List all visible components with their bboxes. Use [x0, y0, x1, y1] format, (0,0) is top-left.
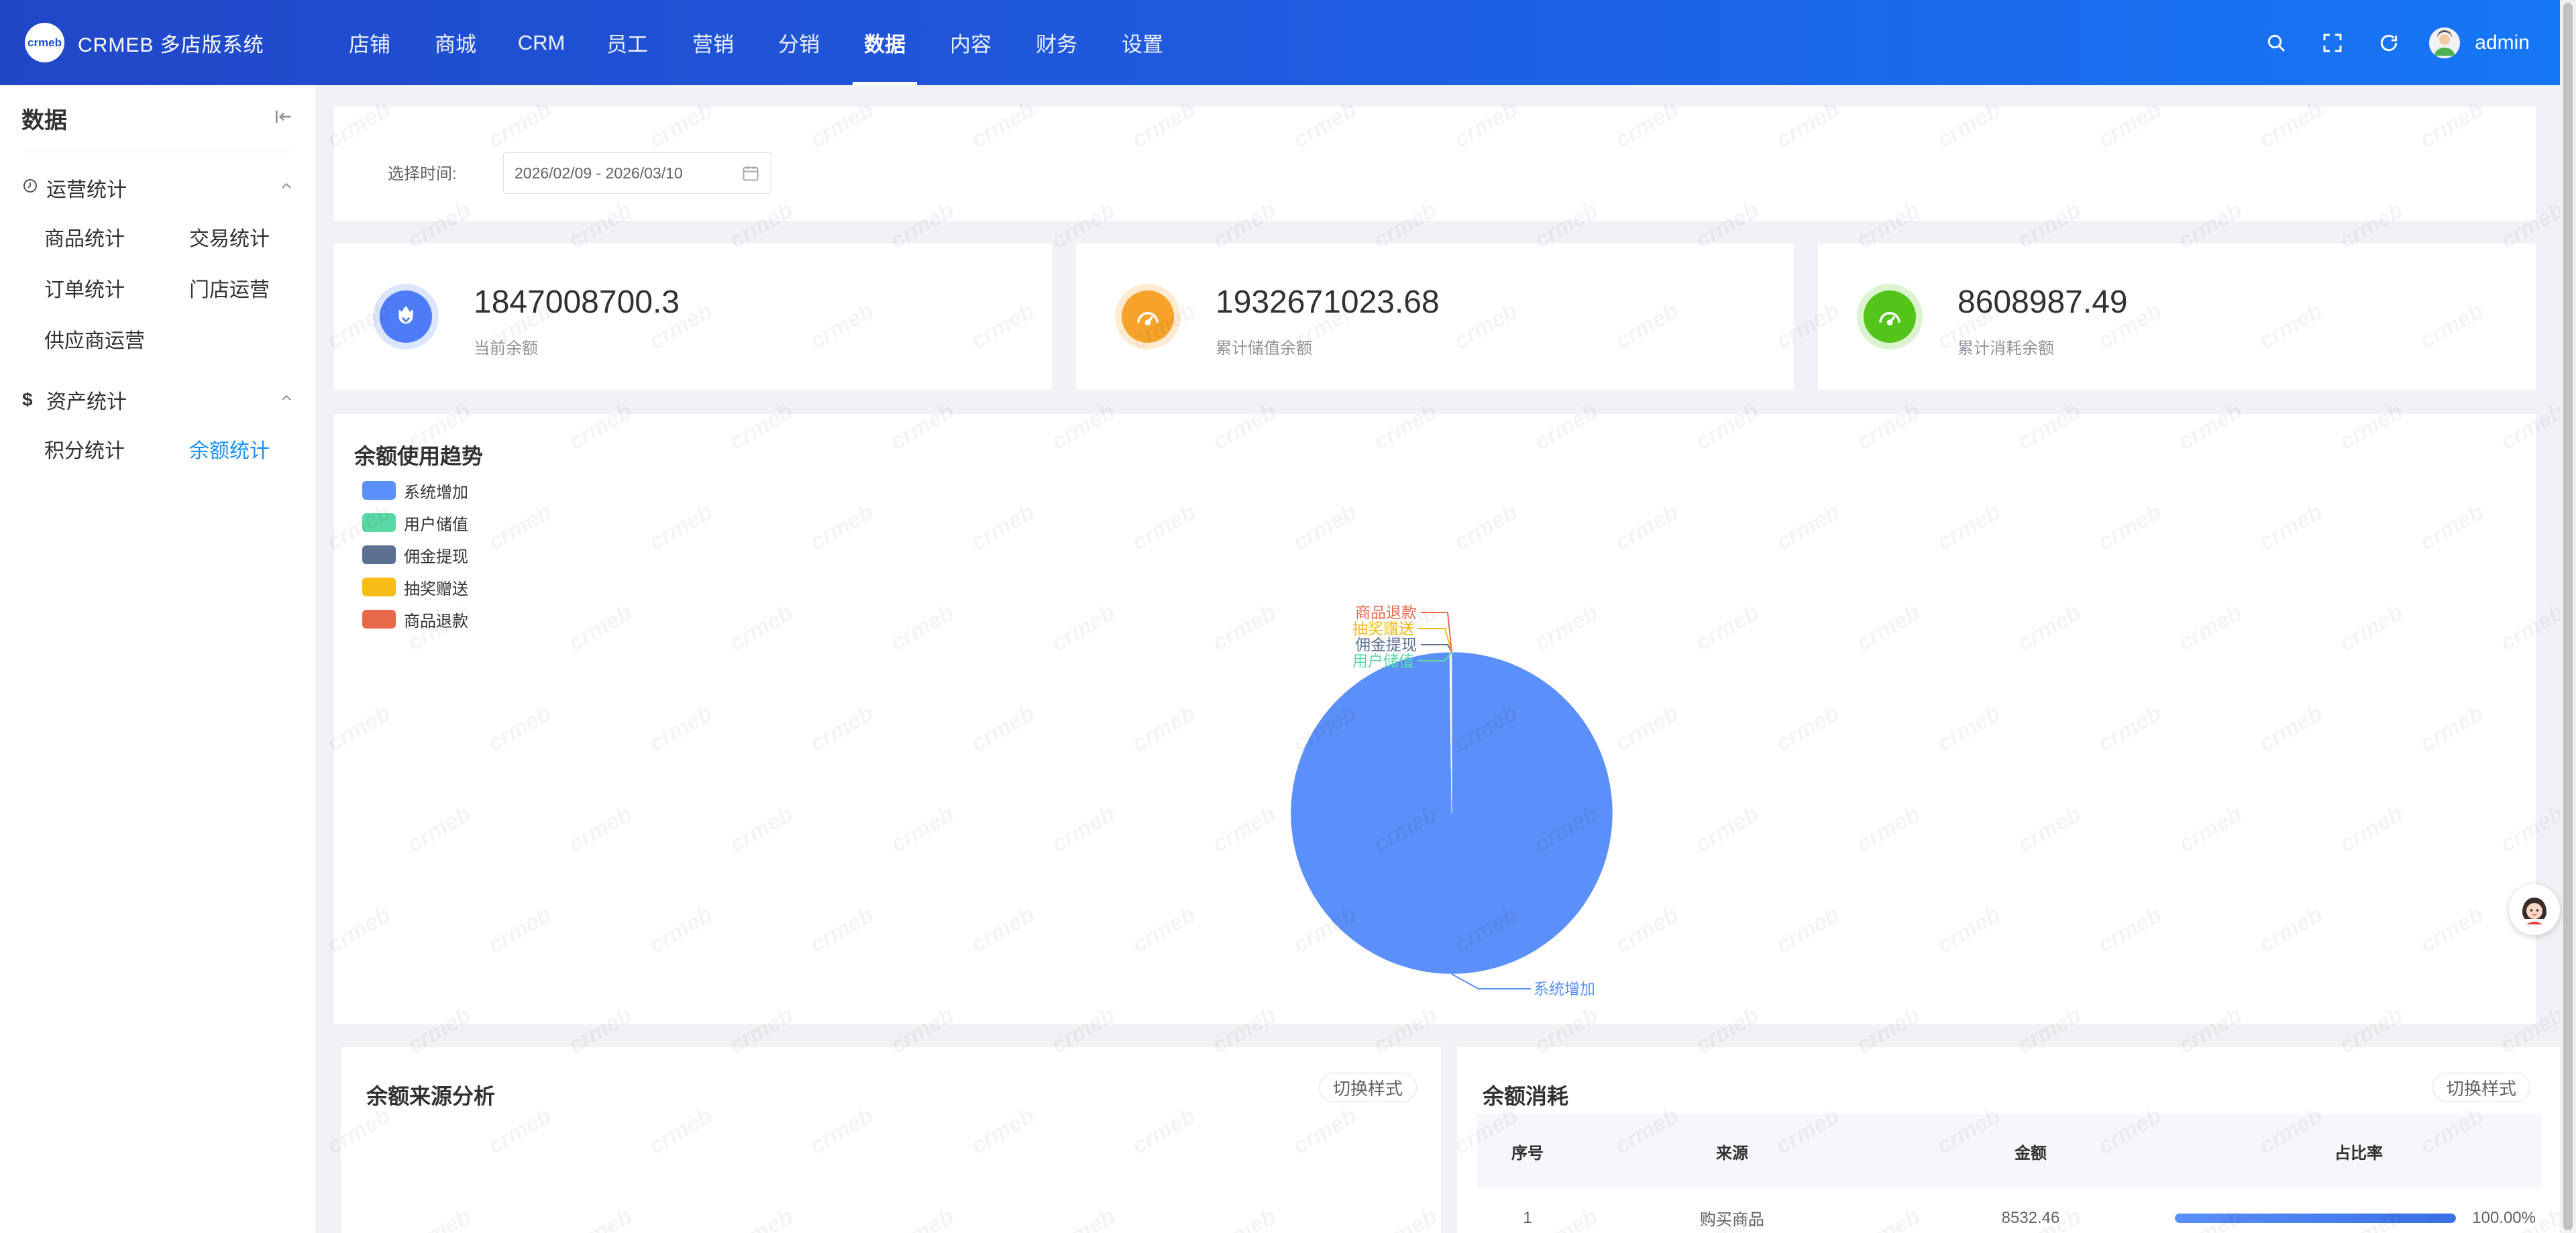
current-balance-value: 1847008700.3	[474, 284, 680, 320]
col-header-source: 来源	[1716, 1144, 1748, 1163]
pie-label-text: 佣金提现	[1355, 636, 1417, 653]
total-deposit-value: 1932671023.68	[1216, 284, 1440, 320]
total-deposit-label: 累计储值余额	[1216, 339, 1312, 358]
balance-source-panel: 余额来源分析 切换样式	[341, 1047, 1441, 1233]
nav-item-mall[interactable]: 商城	[413, 0, 498, 85]
group-label-assets: 资产统计	[46, 391, 127, 413]
cell-amount: 8532.46	[2001, 1208, 2060, 1227]
header-tools: admin	[2248, 23, 2530, 63]
sidebar-item-points-stats[interactable]: 积分统计	[44, 423, 189, 474]
app-title: CRMEB 多店版系统	[78, 34, 264, 56]
current-balance-label: 当前余额	[474, 339, 538, 358]
scroll-thumb[interactable]	[2563, 3, 2573, 1230]
pie-label-line	[1421, 612, 1452, 653]
top-nav: 店铺 商城 CRM 员工 营销 分销 数据 内容 财务 设置	[327, 0, 1185, 85]
clock-icon	[22, 177, 46, 199]
sidebar-item-supplier-operations[interactable]: 供应商运营	[44, 313, 189, 364]
consume-panel-title: 余额消耗	[1483, 1084, 1569, 1108]
total-consumed-value: 8608987.49	[1957, 284, 2128, 320]
fullscreen-icon[interactable]	[2304, 23, 2361, 63]
pie-label-text: 商品退款	[1355, 604, 1417, 621]
table-header: 序号 来源 金额 占比率	[1477, 1114, 2542, 1188]
ratio-progress-fill	[2175, 1213, 2457, 1223]
sidebar-group-operations: 运营统计 商品统计 交易统计 订单统计 门店运营 供应商运营	[0, 164, 316, 364]
stat-card-current-balance: 1847008700.3 当前余额	[334, 244, 1052, 390]
total-consumed-label: 累计消耗余额	[1957, 339, 2054, 358]
balance-icon	[373, 284, 439, 350]
top-header: crmeb CRMEB 多店版系统 店铺 商城 CRM 员工 营销 分销 数据 …	[0, 0, 2560, 85]
group-head-operations[interactable]: 运营统计	[22, 164, 294, 211]
date-range-picker[interactable]: 2026/02/09 - 2026/03/10	[503, 152, 771, 194]
table-row: 1 购买商品 8532.46 100.00%	[1477, 1188, 2542, 1233]
sidebar-item-product-stats[interactable]: 商品统计	[44, 211, 189, 262]
app-logo[interactable]: crmeb CRMEB 多店版系统	[25, 23, 320, 62]
stat-card-total-consumed: 8608987.49 累计消耗余额	[1818, 244, 2536, 390]
chevron-up-icon[interactable]	[278, 388, 294, 411]
nav-item-data[interactable]: 数据	[842, 0, 928, 85]
pie-label-line	[1451, 973, 1531, 989]
sidebar-item-trade-stats[interactable]: 交易统计	[189, 211, 334, 262]
sidebar: 数据 运营统计 商品统计 交易统计 订单统计 门店运营 供应商运营 $ 资产统计…	[0, 85, 317, 1233]
sidebar-group-assets: $ 资产统计 积分统计 余额统计	[0, 376, 316, 474]
pie-label-text: 抽奖赠送	[1352, 620, 1414, 637]
collapse-sidebar-icon[interactable]	[273, 106, 294, 131]
cell-ratio: 100.00%	[2175, 1209, 2542, 1228]
source-panel-title: 余额来源分析	[366, 1084, 496, 1108]
cell-source: 购买商品	[1700, 1211, 1764, 1229]
ratio-progress-bar	[2175, 1213, 2457, 1223]
main-content: crmebcrmebcrmebcrmebcrmebcrmebcrmebcrmeb…	[317, 85, 2560, 1233]
dollar-icon: $	[22, 389, 33, 410]
nav-item-settings[interactable]: 设置	[1099, 0, 1185, 85]
search-icon[interactable]	[2248, 23, 2304, 63]
col-header-index: 序号	[1511, 1144, 1544, 1163]
nav-item-distribution[interactable]: 分销	[756, 0, 842, 85]
sidebar-item-store-operations[interactable]: 门店运营	[189, 262, 334, 313]
pie-label: 系统增加	[1451, 973, 1595, 998]
consume-table: 序号 来源 金额 占比率 1 购买商品 8532.46 100.00%	[1477, 1114, 2542, 1233]
col-header-amount: 金额	[2015, 1144, 2047, 1163]
pie-label-text: 用户储值	[1352, 652, 1414, 669]
user-menu[interactable]: admin	[2429, 27, 2530, 58]
sidebar-header: 数据	[21, 85, 294, 152]
gauge-icon	[1115, 284, 1181, 350]
sidebar-item-balance-stats[interactable]: 余额统计	[189, 423, 334, 474]
date-filter-label: 选择时间:	[388, 165, 457, 183]
group-label-operations: 运营统计	[46, 179, 127, 201]
user-name: admin	[2475, 31, 2530, 54]
date-range-value: 2026/02/09 - 2026/03/10	[515, 164, 683, 182]
sidebar-item-order-stats[interactable]: 订单统计	[44, 262, 189, 313]
col-header-ratio: 占比率	[2334, 1144, 2383, 1163]
source-switch-style-button[interactable]: 切换样式	[1318, 1073, 1417, 1102]
balance-trend-card: 余额使用趋势 系统增加 用户储值 佣金提现 抽奖赠送 商品退款 系统增加 用户储…	[334, 414, 2536, 1024]
consume-switch-style-button[interactable]: 切换样式	[2432, 1073, 2530, 1102]
chevron-up-icon[interactable]	[278, 176, 294, 199]
stat-card-total-deposit: 1932671023.68 累计储值余额	[1076, 244, 1794, 390]
nav-item-content[interactable]: 内容	[928, 0, 1014, 85]
cell-index: 1	[1523, 1208, 1532, 1227]
sidebar-title: 数据	[21, 108, 67, 133]
pie-label: 佣金提现	[1355, 636, 1452, 653]
user-avatar	[2429, 27, 2461, 58]
calendar-icon	[741, 164, 760, 186]
support-assistant-avatar[interactable]	[2509, 884, 2560, 935]
logo-mark: crmeb	[25, 23, 64, 62]
gauge-icon	[1857, 284, 1923, 350]
balance-consume-panel: 余额消耗 切换样式 序号 来源 金额 占比率 1 购买商品 8532.46 10…	[1457, 1047, 2560, 1233]
group-head-assets[interactable]: $ 资产统计	[22, 376, 294, 423]
pie-label-line	[1418, 628, 1452, 653]
ratio-text: 100.00%	[2472, 1208, 2536, 1227]
nav-item-crm[interactable]: CRM	[498, 0, 584, 85]
balance-pie-chart[interactable]: 系统增加 用户储值佣金提现抽奖赠送商品退款	[334, 414, 2536, 1024]
nav-item-finance[interactable]: 财务	[1014, 0, 1099, 85]
refresh-icon[interactable]	[2361, 23, 2417, 63]
pie-label-text: 系统增加	[1534, 980, 1595, 998]
nav-item-marketing[interactable]: 营销	[670, 0, 756, 85]
pie-label-line	[1421, 644, 1452, 653]
nav-item-store[interactable]: 店铺	[327, 0, 413, 85]
nav-item-staff[interactable]: 员工	[584, 0, 670, 85]
filter-card: 选择时间: 2026/02/09 - 2026/03/10	[334, 107, 2536, 221]
page-scrollbar[interactable]	[2560, 0, 2576, 1233]
